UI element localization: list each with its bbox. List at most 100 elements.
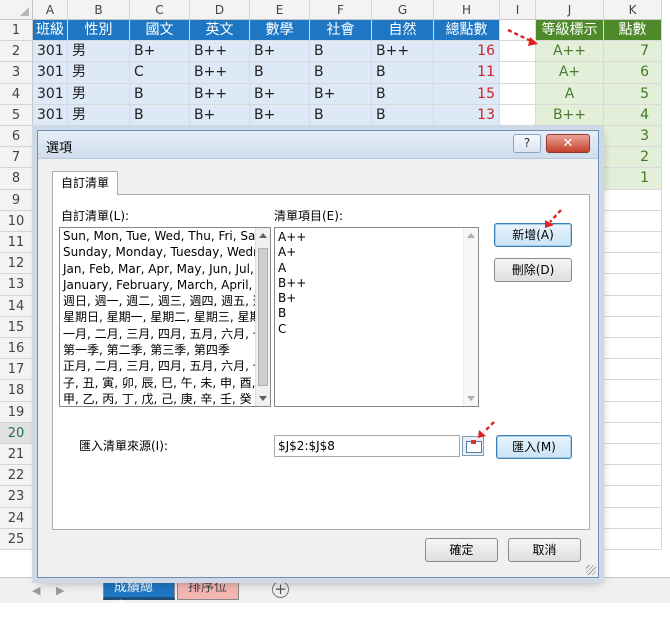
row-header-21[interactable]: 21 (0, 444, 33, 466)
table-cell[interactable]: B++ (190, 83, 250, 105)
column-header-b[interactable]: B (68, 0, 130, 20)
empty-cell[interactable] (604, 465, 662, 487)
empty-cell[interactable] (500, 104, 536, 126)
table-cell[interactable]: B (372, 83, 434, 105)
header-cell-chinese[interactable]: 國文 (130, 20, 190, 41)
table-cell[interactable]: B+ (250, 104, 310, 126)
grade-cell[interactable]: A+ (536, 62, 604, 84)
column-header-f[interactable]: F (310, 0, 372, 20)
row-header-24[interactable]: 24 (0, 507, 33, 529)
row-header-25[interactable]: 25 (0, 528, 33, 550)
table-cell[interactable]: B+ (310, 83, 372, 105)
custom-lists-listbox[interactable]: Sun, Mon, Tue, Wed, Thu, Fri, Sat Sunday,… (59, 227, 271, 407)
empty-cell[interactable] (500, 41, 536, 63)
row-header-1[interactable]: 1 (0, 20, 33, 42)
custom-list-item[interactable]: 第一季, 第二季, 第三季, 第四季 (60, 342, 270, 358)
total-points-cell[interactable]: 16 (434, 41, 500, 63)
empty-cell[interactable] (604, 528, 662, 550)
custom-list-item[interactable]: 子, 丑, 寅, 卯, 辰, 巳, 午, 未, 申, 酉, 戌 (60, 375, 270, 391)
total-points-cell[interactable]: 15 (434, 83, 500, 105)
empty-cell[interactable] (604, 316, 662, 338)
total-points-cell[interactable]: 11 (434, 62, 500, 84)
total-points-cell[interactable]: 13 (434, 104, 500, 126)
points-cell[interactable]: 2 (604, 147, 662, 169)
row-header-18[interactable]: 18 (0, 380, 33, 402)
header-cell-gender[interactable]: 性別 (68, 20, 130, 41)
table-cell[interactable]: B (372, 62, 434, 84)
table-cell[interactable]: 301 (33, 62, 68, 84)
custom-list-item[interactable]: 週日, 週一, 週二, 週三, 週四, 週五, 週六 (60, 293, 270, 309)
row-header-19[interactable]: 19 (0, 401, 33, 423)
header-cell-total-points[interactable]: 總點數 (434, 20, 500, 41)
help-button[interactable]: ? (513, 134, 541, 153)
empty-cell[interactable] (604, 486, 662, 508)
empty-cell[interactable] (604, 274, 662, 296)
row-header-22[interactable]: 22 (0, 465, 33, 487)
scroll-thumb[interactable] (258, 248, 268, 386)
empty-cell[interactable] (604, 253, 662, 275)
row-header-6[interactable]: 6 (0, 126, 33, 148)
points-cell[interactable]: 6 (604, 62, 662, 84)
table-cell[interactable]: B (310, 104, 372, 126)
header-cell-english[interactable]: 英文 (190, 20, 250, 41)
row-header-8[interactable]: 8 (0, 168, 33, 190)
row-header-9[interactable]: 9 (0, 189, 33, 211)
custom-list-item[interactable]: Sunday, Monday, Tuesday, Wednesday (60, 244, 270, 260)
custom-list-item[interactable]: 星期日, 星期一, 星期二, 星期三, 星期四 (60, 309, 270, 325)
select-all-corner[interactable] (0, 0, 33, 20)
row-header-15[interactable]: 15 (0, 316, 33, 338)
column-header-d[interactable]: D (190, 0, 250, 20)
row-header-11[interactable]: 11 (0, 232, 33, 254)
row-header-13[interactable]: 13 (0, 274, 33, 296)
header-cell-math[interactable]: 數學 (250, 20, 310, 41)
header-cell-points[interactable]: 點數 (604, 20, 662, 41)
column-header-a[interactable]: A (33, 0, 68, 20)
table-cell[interactable]: 301 (33, 83, 68, 105)
sheet-tab-ranking[interactable]: 排序位 (177, 578, 239, 600)
empty-cell[interactable] (500, 20, 536, 41)
custom-lists-scrollbar[interactable] (255, 228, 270, 406)
column-header-h[interactable]: H (434, 0, 500, 20)
table-cell[interactable]: B (130, 104, 190, 126)
sheet-tab-grades[interactable]: 成績總表 (103, 578, 175, 615)
column-header-c[interactable]: C (130, 0, 190, 20)
scroll-up-icon[interactable] (467, 233, 475, 238)
header-cell-social[interactable]: 社會 (310, 20, 372, 41)
row-header-23[interactable]: 23 (0, 486, 33, 508)
tab-scroll-right-icon[interactable]: ▶ (56, 584, 64, 597)
custom-list-item[interactable]: 正月, 二月, 三月, 四月, 五月, 六月, 七月 (60, 358, 270, 374)
scroll-down-icon[interactable] (467, 396, 475, 401)
custom-list-item[interactable]: Sun, Mon, Tue, Wed, Thu, Fri, Sat (60, 228, 270, 244)
table-cell[interactable]: B (130, 83, 190, 105)
tab-scroll-left-icon[interactable]: ◀ (32, 584, 40, 597)
table-cell[interactable]: B++ (190, 62, 250, 84)
empty-cell[interactable] (500, 83, 536, 105)
scroll-down-icon[interactable] (259, 396, 267, 401)
tab-custom-lists[interactable]: 自訂清單 (52, 171, 118, 195)
table-cell[interactable]: B+ (250, 41, 310, 63)
table-cell[interactable]: B+ (190, 104, 250, 126)
grade-cell[interactable]: A++ (536, 41, 604, 63)
points-cell[interactable]: 3 (604, 126, 662, 148)
points-cell[interactable]: 4 (604, 104, 662, 126)
empty-cell[interactable] (604, 401, 662, 423)
custom-list-item[interactable]: 一月, 二月, 三月, 四月, 五月, 六月, 七月 (60, 326, 270, 342)
row-header-20[interactable]: 20 (0, 422, 33, 444)
table-cell[interactable]: 男 (68, 62, 130, 84)
points-cell[interactable]: 7 (604, 41, 662, 63)
resize-grip-icon[interactable] (586, 565, 596, 575)
row-header-12[interactable]: 12 (0, 253, 33, 275)
empty-cell[interactable] (604, 295, 662, 317)
cancel-button[interactable]: 取消 (508, 538, 581, 562)
import-source-input[interactable]: $J$2:$J$8 (274, 435, 460, 457)
table-cell[interactable]: B++ (190, 41, 250, 63)
close-button[interactable]: ✕ (546, 134, 590, 153)
column-header-k[interactable]: K (604, 0, 662, 20)
row-header-16[interactable]: 16 (0, 338, 33, 360)
scroll-up-icon[interactable] (259, 233, 267, 238)
table-cell[interactable]: B (372, 104, 434, 126)
empty-cell[interactable] (604, 232, 662, 254)
empty-cell[interactable] (604, 380, 662, 402)
row-header-10[interactable]: 10 (0, 210, 33, 232)
list-entries-scrollbar[interactable] (463, 228, 478, 406)
